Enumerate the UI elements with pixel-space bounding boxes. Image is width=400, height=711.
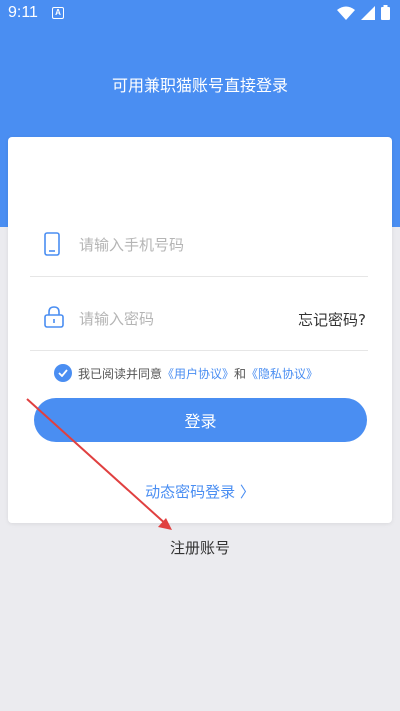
password-input[interactable] (79, 305, 279, 333)
agreement-row: 我已阅读并同意 《用户协议》 和 《隐私协议》 (54, 364, 318, 382)
login-button[interactable]: 登录 (34, 398, 367, 442)
privacy-agreement-link[interactable]: 《隐私协议》 (246, 365, 318, 382)
notification-icon: A (52, 7, 64, 19)
signal-icon (361, 5, 375, 20)
register-account-link[interactable]: 注册账号 (0, 537, 400, 558)
system-icons (337, 5, 390, 20)
page-title: 可用兼职猫账号直接登录 (111, 76, 288, 95)
battery-icon (381, 5, 390, 20)
forgot-password-link[interactable]: 忘记密码? (298, 309, 366, 330)
phone-icon (44, 232, 60, 260)
check-icon (58, 369, 68, 377)
lock-icon (44, 306, 64, 332)
agreement-conjunction: 和 (234, 366, 247, 381)
phone-input[interactable] (79, 231, 279, 259)
password-field: 忘记密码? (30, 287, 368, 351)
agreement-text: 我已阅读并同意 (78, 366, 163, 381)
phone-field (30, 213, 368, 277)
login-card: 忘记密码? 我已阅读并同意 《用户协议》 和 《隐私协议》 登录 动态密码登录 … (8, 137, 392, 523)
status-bar: 9:11 A (0, 0, 400, 28)
status-time: 9:11 (8, 4, 38, 21)
user-agreement-link[interactable]: 《用户协议》 (162, 365, 234, 382)
dynamic-password-login-link[interactable]: 动态密码登录 〉 (8, 481, 392, 502)
wifi-icon (337, 6, 355, 20)
agreement-checkbox[interactable] (54, 364, 72, 382)
